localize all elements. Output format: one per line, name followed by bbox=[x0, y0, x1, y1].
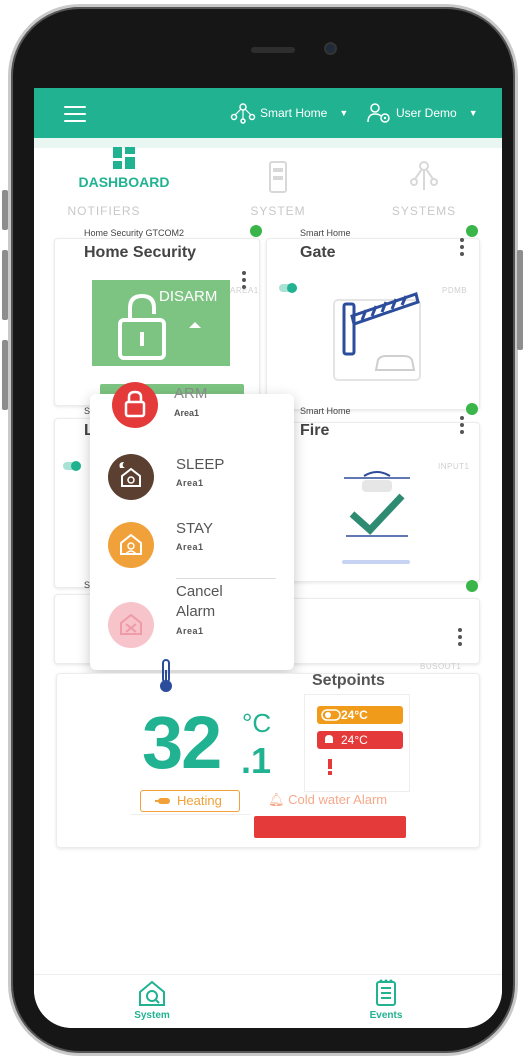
security-state-label: DISARM bbox=[159, 288, 218, 305]
events-list-icon bbox=[376, 979, 396, 1006]
home-shield-icon bbox=[139, 980, 165, 1006]
volume-down-button bbox=[2, 340, 8, 410]
app-screen: Smart Home ▼ User Demo ▼ DASHBOARD NOTIF… bbox=[34, 88, 502, 1028]
heating-icon bbox=[155, 798, 170, 804]
card-title: Gate bbox=[300, 244, 336, 261]
bottom-navigation: System Events bbox=[34, 974, 502, 1028]
menu-item-label: STAY bbox=[176, 520, 213, 537]
user-settings-icon bbox=[367, 103, 390, 123]
bell-icon: 🔔︎ bbox=[268, 792, 285, 807]
more-options-icon[interactable] bbox=[458, 628, 462, 646]
cold-water-alarm-label: Cold water Alarm bbox=[288, 792, 388, 807]
more-options-icon[interactable] bbox=[460, 238, 464, 256]
security-mode-menu: SLEEP Area1 STAY Area1 Cancel Alarm Area… bbox=[90, 394, 294, 670]
bell-icon bbox=[325, 735, 333, 743]
card-title: Fire bbox=[300, 422, 330, 439]
temperature-unit: °C bbox=[242, 708, 272, 738]
status-dot bbox=[250, 225, 262, 237]
tab-systems-label: SYSTEMS bbox=[391, 204, 457, 218]
more-options-icon[interactable] bbox=[242, 271, 246, 289]
user-selector[interactable]: User Demo ▼ bbox=[366, 102, 478, 124]
nav-events[interactable]: Events bbox=[346, 979, 426, 1021]
setpoint-heat-value: 24°C bbox=[341, 708, 368, 722]
alert-icon bbox=[328, 759, 332, 775]
cancel-alarm-icon bbox=[108, 602, 154, 648]
card-subtitle: Home Security GTCOM2 bbox=[84, 228, 185, 238]
menu-item-stay[interactable]: STAY Area1 bbox=[90, 514, 294, 574]
smoke-detector-check-icon bbox=[342, 471, 410, 564]
system-panel-icon bbox=[269, 161, 287, 193]
smart-home-label: Smart Home bbox=[260, 106, 328, 120]
user-label: User Demo bbox=[396, 106, 457, 120]
alarm-bar bbox=[254, 816, 406, 838]
tab-bar: DASHBOARD NOTIFIERS SYSTEM SYSTEMS bbox=[34, 147, 502, 286]
toggle-icon[interactable] bbox=[278, 282, 298, 294]
chevron-up-icon[interactable] bbox=[188, 320, 202, 330]
network-icon bbox=[410, 161, 438, 190]
heating-divider bbox=[130, 814, 250, 815]
app-header: Smart Home ▼ User Demo ▼ bbox=[34, 88, 502, 138]
network-icon bbox=[230, 103, 256, 124]
side-button bbox=[2, 190, 8, 230]
gate-barrier-icon bbox=[333, 292, 421, 381]
toggle-icon bbox=[321, 709, 341, 721]
menu-item-cancel-alarm[interactable]: Cancel Alarm Area1 bbox=[90, 576, 294, 666]
temperature-decimal: .1 bbox=[241, 740, 272, 781]
status-dot bbox=[466, 580, 478, 592]
arm-mode-icon[interactable] bbox=[112, 382, 158, 428]
menu-item-label: Cancel Alarm bbox=[176, 583, 223, 620]
busout-tag: BUSOUT1 bbox=[420, 662, 462, 671]
status-dot bbox=[466, 403, 478, 415]
tab-notifiers-label: NOTIFIERS bbox=[67, 204, 141, 218]
card-subtitle: Smart Home bbox=[300, 406, 351, 416]
chevron-down-icon: ▼ bbox=[468, 108, 478, 118]
status-dot bbox=[466, 225, 478, 237]
thermometer-icon bbox=[160, 659, 172, 692]
power-button bbox=[517, 250, 523, 350]
more-options-icon[interactable] bbox=[460, 416, 464, 434]
menu-item-sleep[interactable]: SLEEP Area1 bbox=[90, 450, 294, 510]
menu-icon[interactable] bbox=[64, 106, 86, 122]
volume-up-button bbox=[2, 250, 8, 320]
setpoints-title: Setpoints bbox=[312, 672, 385, 689]
output-tag: PDMB bbox=[442, 286, 468, 295]
nav-events-label: Events bbox=[369, 1010, 403, 1021]
heating-label: Heating bbox=[177, 793, 222, 808]
tab-dashboard-label: DASHBOARD bbox=[78, 174, 170, 190]
menu-item-area: Area1 bbox=[176, 542, 204, 552]
nav-system-label: System bbox=[134, 1010, 170, 1021]
toggle-icon[interactable] bbox=[62, 460, 82, 472]
speaker bbox=[251, 47, 295, 53]
temperature-value: 32 bbox=[142, 701, 222, 784]
card-subtitle: Smart Home bbox=[300, 228, 351, 238]
stay-mode-icon bbox=[108, 522, 154, 568]
menu-item-area: Area1 bbox=[176, 478, 204, 488]
tab-system-label: SYSTEM bbox=[250, 204, 306, 218]
header-strip bbox=[34, 138, 502, 148]
setpoint-cold-value: 24°C bbox=[341, 733, 368, 747]
output-card[interactable] bbox=[266, 598, 480, 664]
card-title: Home Security bbox=[84, 244, 197, 261]
smart-home-selector[interactable]: Smart Home ▼ bbox=[230, 102, 348, 124]
sleep-mode-icon bbox=[108, 454, 154, 500]
input-tag: INPUT1 bbox=[438, 462, 470, 471]
menu-item-label: SLEEP bbox=[176, 456, 225, 473]
menu-item-area: Area1 bbox=[176, 626, 204, 636]
chevron-down-icon: ▼ bbox=[339, 108, 349, 118]
front-camera bbox=[324, 42, 337, 55]
nav-system[interactable]: System bbox=[112, 979, 192, 1021]
cold-water-alarm[interactable]: 🔔︎ Cold water Alarm bbox=[268, 792, 387, 808]
dashboard-icon bbox=[113, 147, 135, 169]
menu-item-area: Area1 bbox=[174, 408, 200, 418]
menu-item-arm[interactable]: ARM bbox=[174, 385, 207, 402]
